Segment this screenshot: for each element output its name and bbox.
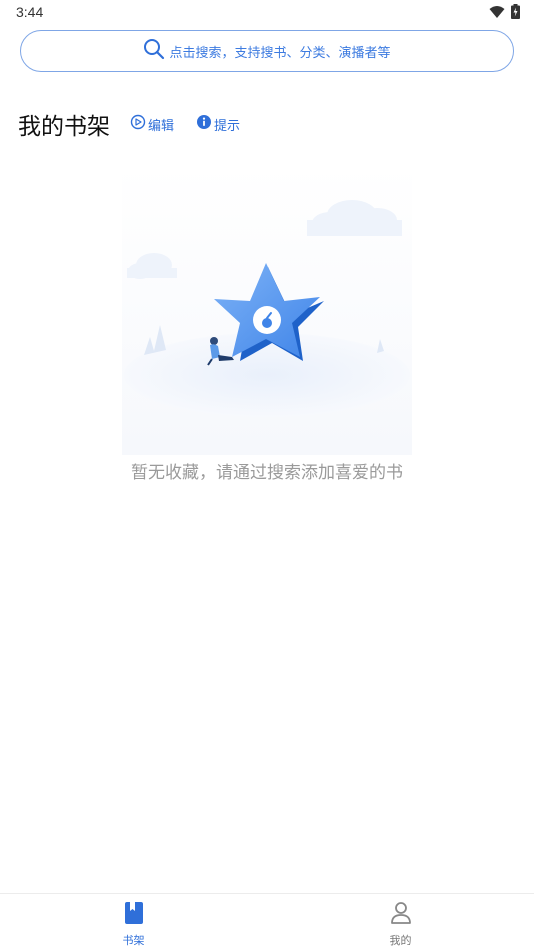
wifi-icon [489,4,505,23]
tab-profile-label: 我的 [389,934,412,947]
search-bar[interactable]: 点击搜索，支持搜书、分类、演播者等 [20,30,514,72]
status-icons [489,4,520,23]
tab-profile[interactable]: 我的 [267,894,534,950]
hint-button[interactable]: 提示 [196,114,240,134]
battery-charging-icon [511,4,520,23]
edit-label: 编辑 [148,118,175,134]
tab-bookshelf[interactable]: 书架 [0,894,267,950]
empty-message: 暂无收藏，请通过搜索添加喜爱的书 [131,463,403,483]
bookshelf-icon [122,900,146,926]
hint-label: 提示 [214,118,241,134]
edit-icon [130,114,146,134]
status-time: 3:44 [16,4,44,20]
page-title: 我的书架 [18,114,110,140]
empty-state-illustration [122,165,412,455]
search-placeholder: 点击搜索，支持搜书、分类、演播者等 [169,45,391,61]
info-icon [196,114,212,134]
tab-bookshelf-label: 书架 [122,934,145,947]
search-icon [143,38,165,64]
edit-button[interactable]: 编辑 [130,114,174,134]
shelf-header: 我的书架 编辑 提示 [18,108,518,140]
bottom-nav: 书架 我的 [0,893,534,950]
status-bar: 3:44 [0,0,534,26]
profile-icon [389,900,413,926]
